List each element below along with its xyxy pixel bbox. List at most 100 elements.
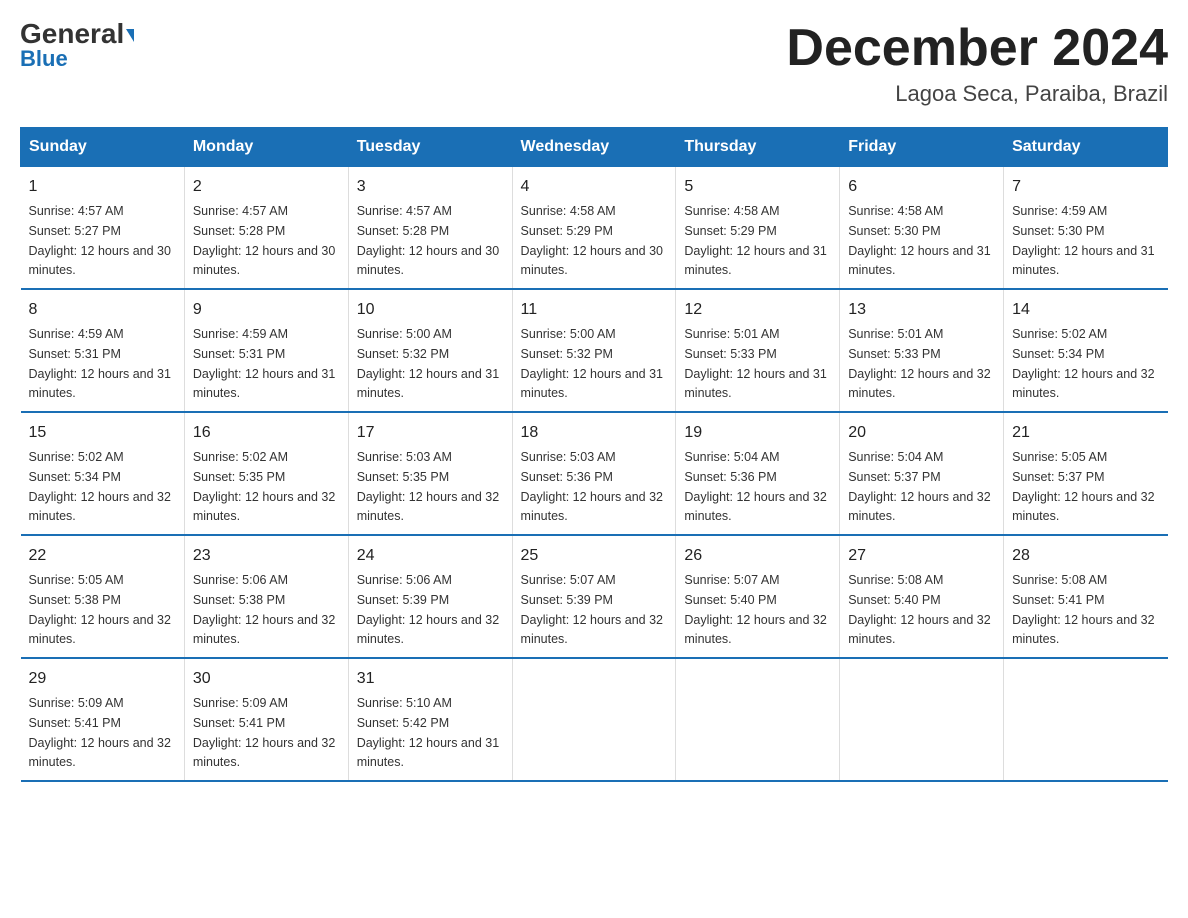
day-info: Sunrise: 4:57 AMSunset: 5:27 PMDaylight:… (29, 204, 171, 277)
table-row: 26 Sunrise: 5:07 AMSunset: 5:40 PMDaylig… (676, 535, 840, 658)
table-row (512, 658, 676, 781)
table-row: 21 Sunrise: 5:05 AMSunset: 5:37 PMDaylig… (1004, 412, 1168, 535)
logo-general-text: General (20, 20, 134, 48)
table-row: 19 Sunrise: 5:04 AMSunset: 5:36 PMDaylig… (676, 412, 840, 535)
table-row: 2 Sunrise: 4:57 AMSunset: 5:28 PMDayligh… (184, 167, 348, 290)
table-row: 15 Sunrise: 5:02 AMSunset: 5:34 PMDaylig… (21, 412, 185, 535)
calendar-subtitle: Lagoa Seca, Paraiba, Brazil (786, 81, 1168, 107)
day-info: Sunrise: 5:07 AMSunset: 5:39 PMDaylight:… (521, 573, 663, 646)
day-number: 12 (684, 298, 831, 322)
calendar-week-row: 15 Sunrise: 5:02 AMSunset: 5:34 PMDaylig… (21, 412, 1168, 535)
day-number: 16 (193, 421, 340, 445)
header-wednesday: Wednesday (512, 128, 676, 167)
day-number: 6 (848, 175, 995, 199)
day-number: 18 (521, 421, 668, 445)
day-info: Sunrise: 5:03 AMSunset: 5:36 PMDaylight:… (521, 450, 663, 523)
day-info: Sunrise: 4:59 AMSunset: 5:31 PMDaylight:… (29, 327, 171, 400)
day-info: Sunrise: 5:05 AMSunset: 5:37 PMDaylight:… (1012, 450, 1154, 523)
calendar-title: December 2024 (786, 20, 1168, 77)
table-row: 1 Sunrise: 4:57 AMSunset: 5:27 PMDayligh… (21, 167, 185, 290)
table-row: 3 Sunrise: 4:57 AMSunset: 5:28 PMDayligh… (348, 167, 512, 290)
day-number: 21 (1012, 421, 1159, 445)
day-number: 22 (29, 544, 176, 568)
header-saturday: Saturday (1004, 128, 1168, 167)
day-info: Sunrise: 4:57 AMSunset: 5:28 PMDaylight:… (357, 204, 499, 277)
table-row: 11 Sunrise: 5:00 AMSunset: 5:32 PMDaylig… (512, 289, 676, 412)
table-row: 7 Sunrise: 4:59 AMSunset: 5:30 PMDayligh… (1004, 167, 1168, 290)
day-info: Sunrise: 5:02 AMSunset: 5:35 PMDaylight:… (193, 450, 335, 523)
logo-blue-text: Blue (20, 46, 68, 72)
day-info: Sunrise: 5:03 AMSunset: 5:35 PMDaylight:… (357, 450, 499, 523)
day-number: 26 (684, 544, 831, 568)
day-number: 28 (1012, 544, 1159, 568)
day-info: Sunrise: 5:00 AMSunset: 5:32 PMDaylight:… (357, 327, 499, 400)
day-number: 8 (29, 298, 176, 322)
day-info: Sunrise: 5:06 AMSunset: 5:39 PMDaylight:… (357, 573, 499, 646)
calendar-week-row: 29 Sunrise: 5:09 AMSunset: 5:41 PMDaylig… (21, 658, 1168, 781)
day-info: Sunrise: 5:07 AMSunset: 5:40 PMDaylight:… (684, 573, 826, 646)
table-row: 29 Sunrise: 5:09 AMSunset: 5:41 PMDaylig… (21, 658, 185, 781)
day-info: Sunrise: 5:09 AMSunset: 5:41 PMDaylight:… (193, 696, 335, 769)
day-number: 2 (193, 175, 340, 199)
day-info: Sunrise: 5:10 AMSunset: 5:42 PMDaylight:… (357, 696, 499, 769)
day-number: 4 (521, 175, 668, 199)
table-row: 22 Sunrise: 5:05 AMSunset: 5:38 PMDaylig… (21, 535, 185, 658)
day-info: Sunrise: 5:04 AMSunset: 5:37 PMDaylight:… (848, 450, 990, 523)
logo-line-general: General (20, 20, 134, 48)
day-info: Sunrise: 5:01 AMSunset: 5:33 PMDaylight:… (848, 327, 990, 400)
day-number: 5 (684, 175, 831, 199)
day-info: Sunrise: 5:05 AMSunset: 5:38 PMDaylight:… (29, 573, 171, 646)
day-info: Sunrise: 4:59 AMSunset: 5:30 PMDaylight:… (1012, 204, 1154, 277)
table-row: 16 Sunrise: 5:02 AMSunset: 5:35 PMDaylig… (184, 412, 348, 535)
day-number: 20 (848, 421, 995, 445)
day-number: 24 (357, 544, 504, 568)
day-info: Sunrise: 5:08 AMSunset: 5:41 PMDaylight:… (1012, 573, 1154, 646)
table-row: 6 Sunrise: 4:58 AMSunset: 5:30 PMDayligh… (840, 167, 1004, 290)
day-info: Sunrise: 4:58 AMSunset: 5:29 PMDaylight:… (684, 204, 826, 277)
day-info: Sunrise: 5:02 AMSunset: 5:34 PMDaylight:… (29, 450, 171, 523)
header-thursday: Thursday (676, 128, 840, 167)
table-row: 14 Sunrise: 5:02 AMSunset: 5:34 PMDaylig… (1004, 289, 1168, 412)
header-monday: Monday (184, 128, 348, 167)
table-row: 12 Sunrise: 5:01 AMSunset: 5:33 PMDaylig… (676, 289, 840, 412)
day-info: Sunrise: 4:59 AMSunset: 5:31 PMDaylight:… (193, 327, 335, 400)
table-row: 13 Sunrise: 5:01 AMSunset: 5:33 PMDaylig… (840, 289, 1004, 412)
day-number: 9 (193, 298, 340, 322)
table-row: 23 Sunrise: 5:06 AMSunset: 5:38 PMDaylig… (184, 535, 348, 658)
table-row: 24 Sunrise: 5:06 AMSunset: 5:39 PMDaylig… (348, 535, 512, 658)
day-number: 1 (29, 175, 176, 199)
day-number: 23 (193, 544, 340, 568)
table-row (1004, 658, 1168, 781)
table-row (840, 658, 1004, 781)
table-row: 10 Sunrise: 5:00 AMSunset: 5:32 PMDaylig… (348, 289, 512, 412)
table-row: 25 Sunrise: 5:07 AMSunset: 5:39 PMDaylig… (512, 535, 676, 658)
day-info: Sunrise: 5:01 AMSunset: 5:33 PMDaylight:… (684, 327, 826, 400)
day-number: 3 (357, 175, 504, 199)
header-tuesday: Tuesday (348, 128, 512, 167)
day-info: Sunrise: 4:57 AMSunset: 5:28 PMDaylight:… (193, 204, 335, 277)
table-row: 9 Sunrise: 4:59 AMSunset: 5:31 PMDayligh… (184, 289, 348, 412)
day-number: 10 (357, 298, 504, 322)
day-number: 11 (521, 298, 668, 322)
calendar-week-row: 8 Sunrise: 4:59 AMSunset: 5:31 PMDayligh… (21, 289, 1168, 412)
table-row: 17 Sunrise: 5:03 AMSunset: 5:35 PMDaylig… (348, 412, 512, 535)
day-number: 19 (684, 421, 831, 445)
table-row (676, 658, 840, 781)
title-block: December 2024 Lagoa Seca, Paraiba, Brazi… (786, 20, 1168, 107)
header-sunday: Sunday (21, 128, 185, 167)
table-row: 8 Sunrise: 4:59 AMSunset: 5:31 PMDayligh… (21, 289, 185, 412)
table-row: 31 Sunrise: 5:10 AMSunset: 5:42 PMDaylig… (348, 658, 512, 781)
day-info: Sunrise: 4:58 AMSunset: 5:29 PMDaylight:… (521, 204, 663, 277)
table-row: 27 Sunrise: 5:08 AMSunset: 5:40 PMDaylig… (840, 535, 1004, 658)
day-info: Sunrise: 5:08 AMSunset: 5:40 PMDaylight:… (848, 573, 990, 646)
day-number: 27 (848, 544, 995, 568)
day-number: 29 (29, 667, 176, 691)
calendar-week-row: 22 Sunrise: 5:05 AMSunset: 5:38 PMDaylig… (21, 535, 1168, 658)
logo-triangle-icon (126, 29, 134, 42)
day-info: Sunrise: 5:09 AMSunset: 5:41 PMDaylight:… (29, 696, 171, 769)
logo: General Blue (20, 20, 134, 72)
day-info: Sunrise: 5:04 AMSunset: 5:36 PMDaylight:… (684, 450, 826, 523)
page-header: General Blue December 2024 Lagoa Seca, P… (20, 20, 1168, 107)
day-info: Sunrise: 5:00 AMSunset: 5:32 PMDaylight:… (521, 327, 663, 400)
header-friday: Friday (840, 128, 1004, 167)
